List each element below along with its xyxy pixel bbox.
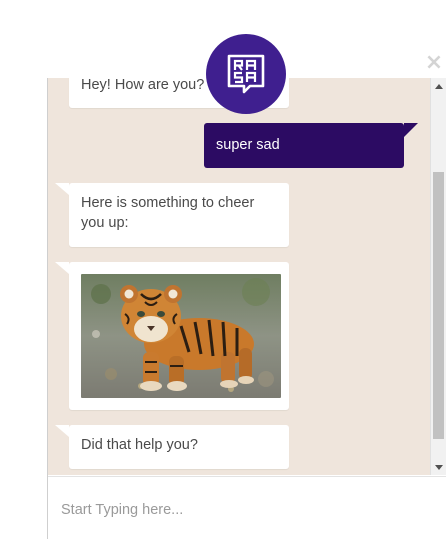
bot-image-message (55, 262, 289, 410)
message-text: super sad (216, 137, 280, 153)
message-input[interactable] (59, 497, 423, 523)
scroll-down-button[interactable] (431, 459, 446, 475)
close-icon[interactable]: × (424, 52, 444, 74)
conversation-area: Hey! How are you? super sad Here is some… (48, 78, 430, 475)
message-text: Hey! How are you? (81, 78, 205, 93)
rasa-logo-avatar (206, 34, 286, 114)
message-input-area (48, 476, 446, 539)
bubble-tail (55, 425, 69, 437)
bot-message: Did that help you? (55, 425, 289, 469)
user-message: super sad (204, 123, 418, 168)
arrow-up-icon (435, 83, 443, 89)
tiger-cub-image (81, 274, 281, 398)
chat-widget: Hey! How are you? super sad Here is some… (47, 78, 446, 539)
rasa-logo-icon (227, 54, 265, 94)
scrollbar-thumb[interactable] (433, 172, 444, 439)
bubble-tail (55, 262, 69, 274)
message-text: Did that help you? (81, 437, 198, 453)
scroll-up-button[interactable] (431, 78, 446, 94)
bot-message: Here is something to cheer you up: (55, 183, 289, 247)
arrow-down-icon (435, 464, 443, 470)
bubble-tail (55, 183, 69, 195)
message-text: Here is something to cheer you up: (81, 195, 255, 231)
chat-scrollbar[interactable] (430, 78, 446, 475)
bubble-tail (404, 123, 418, 137)
